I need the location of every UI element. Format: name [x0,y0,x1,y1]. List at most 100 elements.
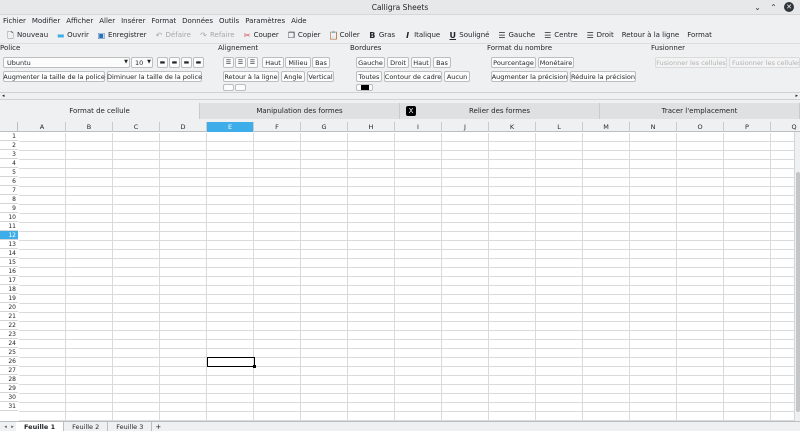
row-header-14[interactable]: 14 [0,249,18,258]
row-header-9[interactable]: 9 [0,204,18,213]
column-header-O[interactable]: O [677,122,724,132]
align-left-button[interactable]: ☰ Gauche [495,28,539,42]
valign-bottom-button[interactable]: Bas [312,57,330,68]
column-header-P[interactable]: P [724,122,771,132]
vertical-scrollbar[interactable] [794,132,800,421]
tab-tracer-emplacement[interactable]: Tracer l'emplacement [600,103,800,119]
border-outline-button[interactable]: Contour de cadre [384,71,442,82]
row-header-22[interactable]: 22 [0,321,18,330]
row-header-12[interactable]: 12 [0,231,18,240]
currency-format-button[interactable]: Monétaire [538,57,574,68]
menu-aller[interactable]: Aller [99,17,115,25]
column-header-D[interactable]: D [160,122,207,132]
redo-button[interactable]: ↷ Refaire [196,28,238,42]
row-header-25[interactable]: 25 [0,348,18,357]
spreadsheet-grid[interactable]: ABCDEFGHIJKLMNOPQ 1 2 3 4 5 6 7 8 9 10 11 12 13 14 15 1… [0,122,800,421]
tab-manipulation-formes[interactable]: Manipulation des formes [200,103,400,119]
bold-button[interactable]: B Gras [365,28,398,42]
column-header-M[interactable]: M [583,122,630,132]
row-header-17[interactable]: 17 [0,276,18,285]
decrease-font-size-button[interactable]: Diminuer la taille de la police [107,71,202,82]
column-header-A[interactable]: A [19,122,66,132]
angle-button[interactable]: Angle [281,71,305,82]
increase-precision-button[interactable]: Augmenter la précision [491,71,568,82]
italic-button[interactable]: I Italique [400,28,443,42]
indent-more-icon[interactable] [235,84,246,91]
column-header-N[interactable]: N [630,122,677,132]
row-header-3[interactable]: 3 [0,150,18,159]
row-header-24[interactable]: 24 [0,339,18,348]
row-header-2[interactable]: 2 [0,141,18,150]
open-button[interactable]: ▬ Ouvrir [53,28,92,42]
row-header-27[interactable]: 27 [0,366,18,375]
row-header-28[interactable]: 28 [0,375,18,384]
minimize-icon[interactable]: ⌄ [752,2,763,13]
column-header-B[interactable]: B [66,122,113,132]
menu-inserer[interactable]: Insérer [121,17,145,25]
align-right-button[interactable]: ☰ Droit [583,28,617,42]
row-header-15[interactable]: 15 [0,258,18,267]
border-none-button[interactable]: Aucun [444,71,470,82]
last-sheet-icon[interactable]: ▸ [9,424,16,430]
column-header-Q[interactable]: Q [771,122,800,132]
column-header-J[interactable]: J [442,122,489,132]
font-size-select[interactable]: 10 ▼ [131,57,153,68]
menu-fichier[interactable]: Fichier [3,17,26,25]
row-header-19[interactable]: 19 [0,294,18,303]
paste-button[interactable]: 📋 Coller [326,28,363,42]
format-button[interactable]: Format [684,28,715,42]
row-header-11[interactable]: 11 [0,222,18,231]
valign-top-button[interactable]: Haut [262,57,284,68]
merge-cells-button[interactable]: Fusionner les cellules [655,57,727,68]
indent-less-icon[interactable] [223,84,234,91]
row-header-5[interactable]: 5 [0,168,18,177]
font-family-select[interactable]: Ubuntu ▼ [3,57,130,68]
menu-aide[interactable]: Aide [291,17,306,25]
border-bottom-button[interactable]: Bas [433,57,451,68]
maximize-icon[interactable]: ⌃ [768,2,779,13]
tab-relier-formes[interactable]: X Relier des formes [400,103,600,119]
row-header-21[interactable]: 21 [0,312,18,321]
menu-format[interactable]: Format [151,17,176,25]
sheet-tab-1[interactable]: Feuille 1 [16,421,65,431]
first-sheet-icon[interactable]: ◂ [2,424,9,430]
menu-modifier[interactable]: Modifier [32,17,60,25]
row-header-13[interactable]: 13 [0,240,18,249]
column-header-K[interactable]: K [489,122,536,132]
decrease-precision-button[interactable]: Réduire la précision [570,71,636,82]
align-center-button[interactable]: ☰ Centre [540,28,580,42]
column-header-E[interactable]: E [207,122,254,132]
row-header-1[interactable]: 1 [0,132,18,141]
row-header-31[interactable]: 31 [0,402,18,411]
select-all-corner[interactable] [0,122,18,132]
fill-handle[interactable] [253,365,256,368]
cut-button[interactable]: ✂ Couper [240,28,282,42]
row-header-26[interactable]: 26 [0,357,18,366]
align-left-icon[interactable]: ☰ [223,57,234,68]
bg-color-icon[interactable]: ▬ [169,57,180,68]
vertical-text-button[interactable]: Vertical [307,71,334,82]
text-color-icon[interactable]: ▬ [157,57,168,68]
row-header-18[interactable]: 18 [0,285,18,294]
align-center-icon[interactable]: ☰ [235,57,246,68]
column-header-H[interactable]: H [348,122,395,132]
sheet-tab-3[interactable]: Feuille 3 [108,421,153,431]
arrow-left-icon[interactable]: ◂ [2,93,5,99]
align-right-icon[interactable]: ☰ [247,57,258,68]
menu-outils[interactable]: Outils [219,17,239,25]
row-header-8[interactable]: 8 [0,195,18,204]
copy-button[interactable]: ❐ Copier [284,28,324,42]
border-right-button[interactable]: Droit [387,57,409,68]
border-color-icon[interactable] [356,84,373,91]
new-button[interactable]: 🗋 Nouveau [3,28,51,42]
wrap-text-button[interactable]: Retour à la ligne [619,28,682,42]
scrollbar-thumb[interactable] [796,172,800,412]
row-header-6[interactable]: 6 [0,177,18,186]
column-header-F[interactable]: F [254,122,301,132]
row-header-16[interactable]: 16 [0,267,18,276]
border-top-button[interactable]: Haut [411,57,431,68]
underline-button[interactable]: U Souligné [445,28,492,42]
undo-button[interactable]: ↶ Défaire [152,28,194,42]
row-header-29[interactable]: 29 [0,384,18,393]
cells-area[interactable] [19,133,800,421]
